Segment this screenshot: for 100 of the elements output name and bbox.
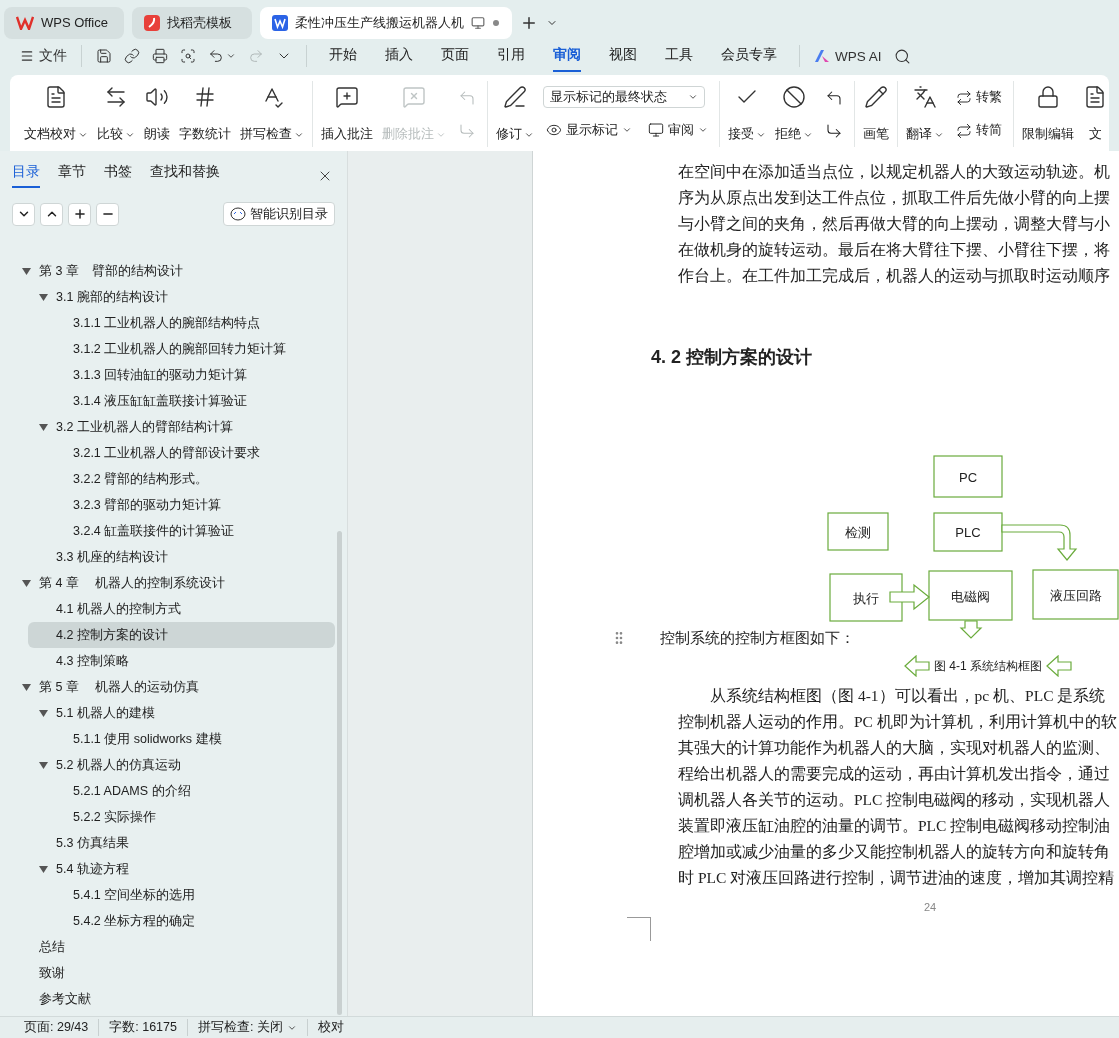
diagram-node: 检测: [827, 512, 889, 551]
monitor-icon: [471, 15, 485, 30]
scrollbar[interactable]: [337, 531, 342, 1015]
ribbon-button[interactable]: 朗读: [140, 81, 174, 147]
diagram-node: PC: [933, 455, 1003, 498]
expand-toggle-icon[interactable]: [22, 682, 31, 692]
toc-item[interactable]: 总结: [0, 934, 335, 960]
ribbon-small-button[interactable]: 转繁: [953, 86, 1005, 109]
ribbon-button[interactable]: 文: [1079, 81, 1109, 147]
sidebar-tab[interactable]: 章节: [58, 163, 86, 188]
print-preview-icon[interactable]: [180, 48, 196, 64]
expand-toggle-icon[interactable]: [39, 708, 48, 718]
undo-icon[interactable]: [208, 48, 224, 64]
toc-item[interactable]: 3.3 机座的结构设计: [28, 544, 335, 570]
sidebar-tab[interactable]: 目录: [12, 163, 40, 188]
ribbon-button[interactable]: 比较: [93, 81, 139, 147]
expand-button[interactable]: [12, 202, 35, 226]
printer-icon[interactable]: [152, 48, 168, 64]
body-text-line: 在空间中在添加适当点位，以规定机器人的大致运动轨迹。机: [678, 162, 1111, 182]
body-text-line: 与小臂之间的夹角，然后再做大臂的向上摆动，调整大臂与小: [678, 214, 1111, 234]
body-text-line: 作台上。在工件加工完成后，机器人的运动与抓取时运动顺序: [678, 266, 1111, 286]
ribbon-tab[interactable]: 引用: [497, 40, 525, 72]
toc-item[interactable]: 第 4 章 机器人的控制系统设计: [0, 570, 335, 596]
window-tab[interactable]: 柔性冲压生产线搬运机器人机: [260, 6, 512, 39]
toc-item[interactable]: 3.1.4 液压缸缸盖联接计算验证: [28, 388, 335, 414]
ribbon-icon: [913, 85, 937, 109]
toc-item[interactable]: 3.2.2 臂部的结构形式。: [28, 466, 335, 492]
sidebar-tab[interactable]: 查找和替换: [150, 163, 220, 188]
ribbon-button[interactable]: 字数统计: [175, 81, 235, 147]
ribbon-tab[interactable]: 工具: [665, 40, 693, 72]
add-button[interactable]: [68, 202, 91, 226]
arrow-up-left-icon: [458, 88, 476, 107]
toc-item[interactable]: 3.2.1 工业机器人的臂部设计要求: [28, 440, 335, 466]
convert-icon: [956, 89, 972, 106]
toc-item[interactable]: 4.2 控制方案的设计: [28, 622, 335, 648]
sidebar-tab[interactable]: 书签: [104, 163, 132, 188]
ribbon-button[interactable]: 翻译: [902, 81, 948, 147]
toc-item[interactable]: 5.4.1 空间坐标的选用: [28, 882, 335, 908]
body-text-line: 其强大的计算功能作为机器人的大脑，实现对机器人的监测、: [678, 738, 1111, 758]
ribbon-button[interactable]: 接受: [724, 81, 770, 147]
toc-item[interactable]: 3.2.3 臂部的驱动力矩计算: [28, 492, 335, 518]
ribbon-tab[interactable]: 页面: [441, 40, 469, 72]
toc-item[interactable]: 5.2 机器人的仿真运动: [28, 752, 335, 778]
link-icon[interactable]: [124, 48, 140, 64]
smart-icon: [230, 207, 246, 221]
ribbon-small-button[interactable]: 审阅: [645, 118, 711, 142]
toc-item[interactable]: 第 3 章 臂部的结构设计: [0, 258, 335, 284]
ribbon-button[interactable]: 画笔: [859, 81, 893, 147]
markup-select[interactable]: 显示标记的最终状态: [543, 86, 705, 109]
toc-item[interactable]: 5.4 轨迹方程: [28, 856, 335, 882]
toc-item[interactable]: 4.1 机器人的控制方式: [28, 596, 335, 622]
ribbon-button[interactable]: 修订: [492, 81, 538, 147]
ribbon-tab[interactable]: 开始: [329, 40, 357, 72]
ribbon-small-button[interactable]: 显示标记: [543, 118, 635, 142]
toc-item[interactable]: 5.2.2 实际操作: [28, 804, 335, 830]
expand-toggle-icon[interactable]: [22, 266, 31, 276]
ribbon-tab[interactable]: 视图: [609, 40, 637, 72]
toc-item[interactable]: 3.1 腕部的结构设计: [28, 284, 335, 310]
toc-item[interactable]: 3.1.1 工业机器人的腕部结构特点: [28, 310, 335, 336]
toc-item[interactable]: 5.1.1 使用 solidworks 建模: [28, 726, 335, 752]
file-menu-button[interactable]: 文件: [14, 47, 73, 65]
convert-icon: [956, 122, 972, 139]
smart-toc-button[interactable]: 智能识别目录: [223, 202, 335, 226]
collapse-button[interactable]: [40, 202, 63, 226]
toc-item[interactable]: 3.1.2 工业机器人的腕部回转力矩计算: [28, 336, 335, 362]
remove-button[interactable]: [96, 202, 119, 226]
ribbon-tab[interactable]: 会员专享: [721, 40, 777, 72]
expand-toggle-icon[interactable]: [39, 422, 48, 432]
ribbon-tab[interactable]: 插入: [385, 40, 413, 72]
ribbon-button[interactable]: 文档校对: [20, 81, 92, 147]
toc-item[interactable]: 致谢: [0, 960, 335, 986]
search-icon[interactable]: [893, 47, 911, 65]
save-icon[interactable]: [96, 48, 112, 64]
toc-item[interactable]: 3.2 工业机器人的臂部结构计算: [28, 414, 335, 440]
body-text-line: 装置即液压缸油腔的油量的调节。PLC 控制电磁阀移动控制油: [678, 816, 1112, 836]
status-dropdown[interactable]: 拼写检查: 关闭: [187, 1019, 308, 1036]
toc-item[interactable]: 4.3 控制策略: [28, 648, 335, 674]
ribbon-button[interactable]: 拒绝: [771, 81, 817, 147]
expand-toggle-icon[interactable]: [39, 760, 48, 770]
ribbon-button[interactable]: 限制编辑: [1018, 81, 1078, 147]
ribbon-small-button[interactable]: 转简: [953, 119, 1005, 142]
toc-item[interactable]: 参考文献: [0, 986, 335, 1012]
toc-item[interactable]: 第 5 章 机器人的运动仿真: [0, 674, 335, 700]
window-tab[interactable]: 找稻壳模板: [132, 6, 252, 39]
toc-item[interactable]: 5.4.2 坐标方程的确定: [28, 908, 335, 934]
toc-item[interactable]: 3.1.3 回转油缸的驱动力矩计算: [28, 362, 335, 388]
ribbon-tab[interactable]: 审阅: [553, 40, 581, 72]
expand-toggle-icon[interactable]: [39, 292, 48, 302]
right-arrow: [889, 583, 930, 611]
ribbon-button[interactable]: 插入批注: [317, 81, 377, 147]
toc-item[interactable]: 5.3 仿真结果: [28, 830, 335, 856]
toc-item[interactable]: 3.2.4 缸盖联接件的计算验证: [28, 518, 335, 544]
expand-toggle-icon[interactable]: [39, 864, 48, 874]
toc-item[interactable]: 5.1 机器人的建模: [28, 700, 335, 726]
window-tab[interactable]: WPS Office: [4, 6, 124, 39]
toc-item[interactable]: 5.2.1 ADAMS 的介绍: [28, 778, 335, 804]
ai-button[interactable]: WPS AI: [808, 48, 888, 64]
ribbon-button[interactable]: 拼写检查: [236, 81, 308, 147]
expand-toggle-icon[interactable]: [22, 578, 31, 588]
caret-icon[interactable]: [226, 51, 236, 61]
